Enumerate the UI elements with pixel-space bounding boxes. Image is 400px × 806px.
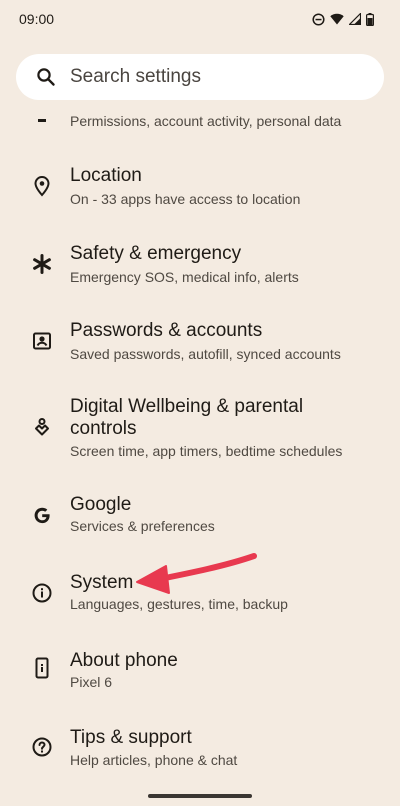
settings-list[interactable]: Permissions, account activity, personal …: [0, 0, 400, 806]
settings-item-location[interactable]: Location On - 33 apps have access to loc…: [0, 160, 400, 220]
info-icon: [30, 581, 54, 605]
privacy-icon: [30, 108, 54, 132]
settings-item-title: About phone: [70, 650, 178, 671]
settings-item-privacy[interactable]: Permissions, account activity, personal …: [0, 100, 400, 140]
settings-item-title: System: [70, 572, 134, 593]
phone-icon: [30, 656, 54, 680]
settings-item-title: Digital Wellbeing & parental controls: [70, 396, 370, 440]
status-time: 09:00: [19, 11, 55, 27]
settings-item-digital-wellbeing[interactable]: Digital Wellbeing & parental controls Sc…: [0, 392, 400, 472]
settings-item-subtitle: Pixel 6: [70, 674, 113, 690]
help-icon: [30, 735, 54, 759]
settings-item-subtitle: Services & preferences: [70, 518, 215, 534]
settings-item-title: Passwords & accounts: [70, 320, 263, 341]
settings-item-title: Google: [70, 494, 132, 515]
do-not-disturb-icon: [312, 12, 325, 26]
wifi-icon: [330, 13, 344, 25]
settings-item-subtitle: Screen time, app timers, bedtime schedul…: [70, 443, 343, 459]
settings-item-passwords-accounts[interactable]: Passwords & accounts Saved passwords, au…: [0, 315, 400, 375]
asterisk-icon: [30, 252, 54, 276]
status-icons: [312, 11, 374, 27]
search-bar[interactable]: Search settings: [16, 54, 384, 100]
settings-item-subtitle: Languages, gestures, time, backup: [70, 596, 288, 612]
settings-item-title: Safety & emergency: [70, 243, 242, 264]
location-pin-icon: [30, 174, 54, 198]
account-box-icon: [30, 329, 54, 353]
settings-item-subtitle: On - 33 apps have access to location: [70, 191, 301, 207]
settings-item-title: Tips & support: [70, 727, 192, 748]
settings-screen: Permissions, account activity, personal …: [0, 0, 400, 806]
settings-item-system[interactable]: System Languages, gestures, time, backup: [0, 567, 400, 627]
settings-item-title-line1: Digital Wellbeing & parental: [70, 396, 304, 417]
settings-item-tips-support[interactable]: Tips & support Help articles, phone & ch…: [0, 722, 400, 782]
settings-item-subtitle: Help articles, phone & chat: [70, 752, 238, 768]
status-bar: 09:00: [0, 0, 400, 40]
settings-item-subtitle: Permissions, account activity, personal …: [70, 113, 342, 129]
settings-item-subtitle: Saved passwords, autofill, synced accoun…: [70, 346, 341, 362]
cell-signal-icon: [349, 13, 361, 25]
settings-item-title: Location: [70, 165, 142, 186]
settings-item-title-line2: controls: [70, 418, 137, 439]
settings-item-safety-emergency[interactable]: Safety & emergency Emergency SOS, medica…: [0, 238, 400, 298]
wellbeing-icon: [30, 416, 54, 440]
search-icon: [36, 67, 56, 92]
battery-icon: [366, 12, 374, 26]
search-placeholder: Search settings: [70, 66, 201, 87]
settings-item-google[interactable]: Google Services & preferences: [0, 489, 400, 549]
settings-item-subtitle: Emergency SOS, medical info, alerts: [70, 269, 299, 285]
settings-item-about-phone[interactable]: About phone Pixel 6: [0, 645, 400, 705]
gesture-nav-handle[interactable]: [148, 794, 252, 798]
google-g-icon: [30, 503, 54, 527]
